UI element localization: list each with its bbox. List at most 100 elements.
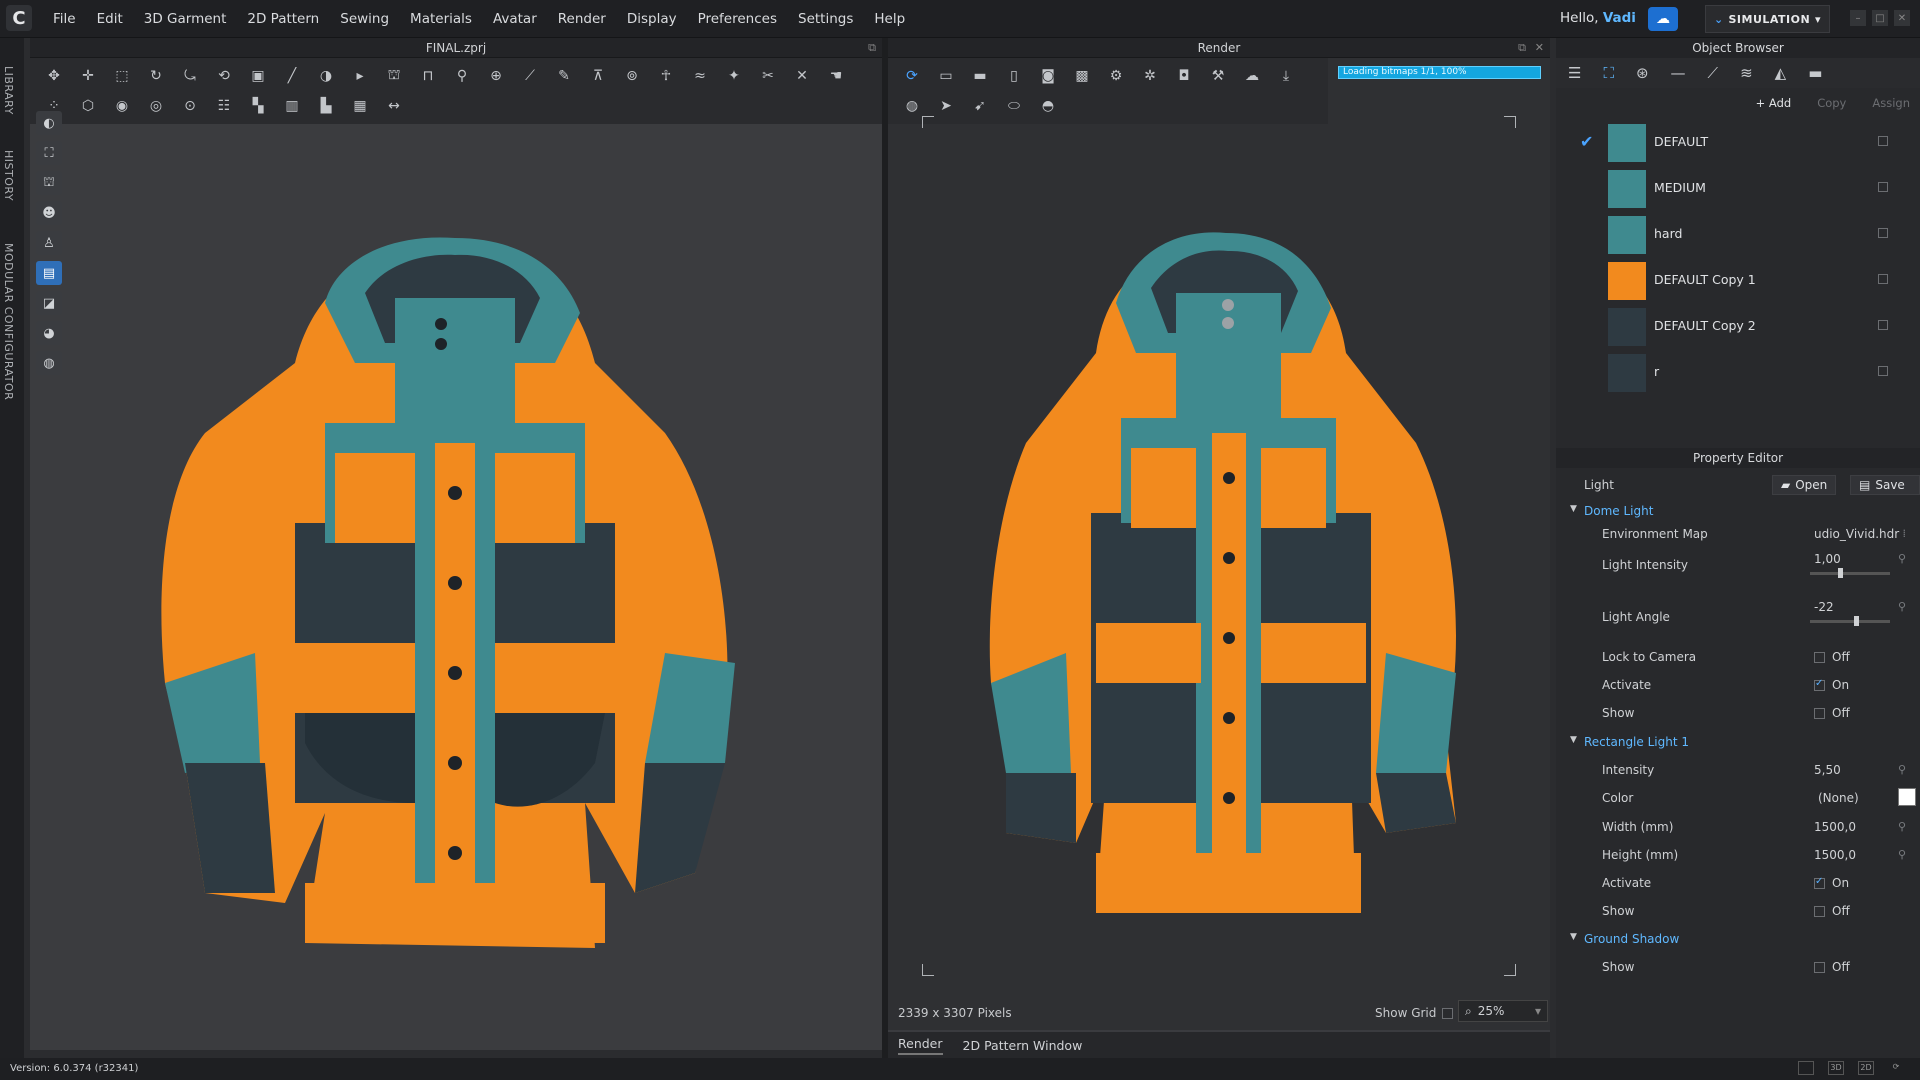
figure-icon[interactable]: ☥ [652, 64, 680, 88]
rect-show-checkbox[interactable] [1814, 906, 1825, 917]
rect-width-value[interactable]: 1500,0 [1814, 820, 1856, 834]
dome-activate-checkbox[interactable] [1814, 678, 1825, 691]
sphere-icon[interactable]: ◎ [142, 94, 170, 118]
avatar-view-icon[interactable]: ☻ [36, 201, 62, 225]
slider-knob[interactable] [1838, 568, 1843, 578]
open-button[interactable]: ▰ Open [1772, 475, 1837, 495]
zoom-select[interactable]: ⌕ 25% ▾ [1458, 1000, 1548, 1022]
pin-icon[interactable]: ⚲ [1898, 552, 1906, 565]
cloud-render-icon[interactable]: ☁ [1238, 64, 1266, 88]
measure-icon[interactable]: ⟋ [516, 64, 544, 88]
light-angle-slider[interactable] [1810, 616, 1890, 626]
camera-settings-icon[interactable]: ◘ [1170, 64, 1198, 88]
menu-3d-garment[interactable]: 3D Garment [144, 11, 227, 27]
render-video-icon[interactable]: ▭ [932, 64, 960, 88]
more-icon[interactable]: ▬ [1808, 64, 1822, 82]
refresh-render-icon[interactable]: ⟳ [898, 64, 926, 88]
arrange-icon[interactable]: ▸ [346, 64, 374, 88]
expand-icon[interactable]: ↔ [380, 94, 408, 118]
brush-icon[interactable]: ✦ [720, 64, 748, 88]
menu-sewing[interactable]: Sewing [340, 11, 389, 27]
render-page-icon[interactable]: ▯ [1000, 64, 1028, 88]
box-select-icon[interactable]: ⬚ [108, 64, 136, 88]
trim-icon[interactable]: ◭ [1775, 64, 1787, 82]
tab-modular-configurator[interactable]: MODULAR CONFIGURATOR [2, 243, 15, 400]
render-settings-icon[interactable]: ⚙ [1102, 64, 1130, 88]
menu-settings[interactable]: Settings [798, 11, 853, 27]
menu-preferences[interactable]: Preferences [698, 11, 777, 27]
close-icon[interactable]: ✕ [1535, 41, 1544, 54]
shirt-icon[interactable]: ⛶ [36, 141, 62, 165]
list-icon[interactable]: ☰ [1568, 64, 1581, 82]
zipper-icon[interactable]: ☷ [210, 94, 238, 118]
maximize-icon[interactable]: □ [1872, 10, 1888, 26]
fold-icon[interactable]: ◑ [312, 64, 340, 88]
render-film-icon[interactable]: ▬ [966, 64, 994, 88]
tack-icon[interactable]: ⊕ [482, 64, 510, 88]
globe-render-icon[interactable]: ◍ [898, 94, 926, 118]
material-link-icon[interactable] [1878, 228, 1888, 238]
grid-icon[interactable]: ⁞ [1903, 527, 1907, 540]
group-icon[interactable]: ⊙ [176, 94, 204, 118]
show-grid-toggle[interactable]: Show Grid [1375, 1006, 1454, 1020]
split-icon[interactable]: ▥ [278, 94, 306, 118]
lock-to-camera-checkbox[interactable] [1814, 652, 1825, 663]
pattern-icon[interactable]: ▣ [244, 64, 272, 88]
button-icon[interactable]: ⊛ [1636, 64, 1649, 82]
dome-icon[interactable]: ◓ [1034, 94, 1062, 118]
pen-icon[interactable]: ✎ [550, 64, 578, 88]
layout-icon[interactable] [1798, 1061, 1814, 1075]
light-intensity-value[interactable]: 1,00 [1814, 552, 1841, 566]
material-item[interactable]: r [1556, 348, 1920, 394]
garment-3d-view[interactable] [125, 203, 785, 993]
select-move-icon[interactable]: ✥ [40, 64, 68, 88]
light-angle-value[interactable]: -22 [1814, 600, 1834, 614]
tab-2d-pattern-window[interactable]: 2D Pattern Window [963, 1038, 1083, 1053]
menu-render[interactable]: Render [558, 11, 606, 27]
material-item[interactable]: DEFAULT Copy 2 [1556, 302, 1920, 348]
show-grid-checkbox[interactable] [1442, 1007, 1454, 1019]
material-item[interactable]: ✔ DEFAULT [1556, 118, 1920, 164]
assign-button[interactable]: Assign [1862, 93, 1920, 113]
tab-library[interactable]: LIBRARY [2, 66, 15, 115]
environment-map-value[interactable]: udio_Vivid.hdr [1814, 527, 1899, 541]
material-link-icon[interactable] [1878, 182, 1888, 192]
color-swatch[interactable] [1898, 788, 1916, 806]
material-link-icon[interactable] [1878, 320, 1888, 330]
user-view-icon[interactable]: ◕ [36, 321, 62, 345]
figure-view-icon[interactable]: ♙ [36, 231, 62, 255]
menu-avatar[interactable]: Avatar [493, 11, 537, 27]
fabric-view-icon[interactable]: ▤ [36, 261, 62, 285]
pin-icon[interactable]: ⚲ [1898, 820, 1906, 833]
rect-intensity-value[interactable]: 5,50 [1814, 763, 1841, 777]
rect-activate-checkbox[interactable] [1814, 876, 1825, 889]
hand-icon[interactable]: ☚ [822, 64, 850, 88]
avatar-point-icon[interactable]: ◉ [108, 94, 136, 118]
popout-icon[interactable]: ⧉ [1518, 41, 1526, 55]
render-window[interactable]: Render ⧉ ✕ ⟳ ▭ ▬ ▯ ◙ ▩ ⚙ ✲ ◘ ⚒ ☁ ⤓ ◍ ➤ ➹ ⬭ ◓ Loading bitm… [888, 38, 1550, 1058]
material-item[interactable]: hard [1556, 210, 1920, 256]
pointer-icon[interactable]: ➹ [966, 94, 994, 118]
line-icon[interactable]: ╱ [278, 64, 306, 88]
rotate-icon[interactable]: ↻ [142, 64, 170, 88]
gear-icon[interactable]: ✲ [1136, 64, 1164, 88]
light-intensity-slider[interactable] [1810, 568, 1890, 578]
edit-point-icon[interactable]: ⟲ [210, 64, 238, 88]
pin-icon[interactable]: ⚲ [1898, 848, 1906, 861]
edit-curve-icon[interactable]: ⤿ [176, 64, 204, 88]
render-image-icon[interactable]: ▩ [1068, 64, 1096, 88]
transform-icon[interactable]: ✛ [74, 64, 102, 88]
minimize-icon[interactable]: – [1850, 10, 1866, 26]
material-item[interactable]: DEFAULT Copy 1 [1556, 256, 1920, 302]
texture-view-icon[interactable]: ◪ [36, 291, 62, 315]
pin-icon[interactable]: ⚲ [448, 64, 476, 88]
camera-icon[interactable]: ◙ [1034, 64, 1062, 88]
rect-height-value[interactable]: 1500,0 [1814, 848, 1856, 862]
pin-icon[interactable]: ⚲ [1898, 763, 1906, 776]
fabric-icon[interactable]: ⛶ [1603, 64, 1614, 82]
sleeve-icon[interactable]: ⊓ [414, 64, 442, 88]
cloud-icon[interactable]: ☁ [1648, 7, 1678, 31]
popout-icon[interactable]: ⧉ [868, 41, 876, 55]
copy-button[interactable]: Copy [1807, 93, 1856, 113]
save-button[interactable]: ▤ Save [1850, 475, 1920, 495]
